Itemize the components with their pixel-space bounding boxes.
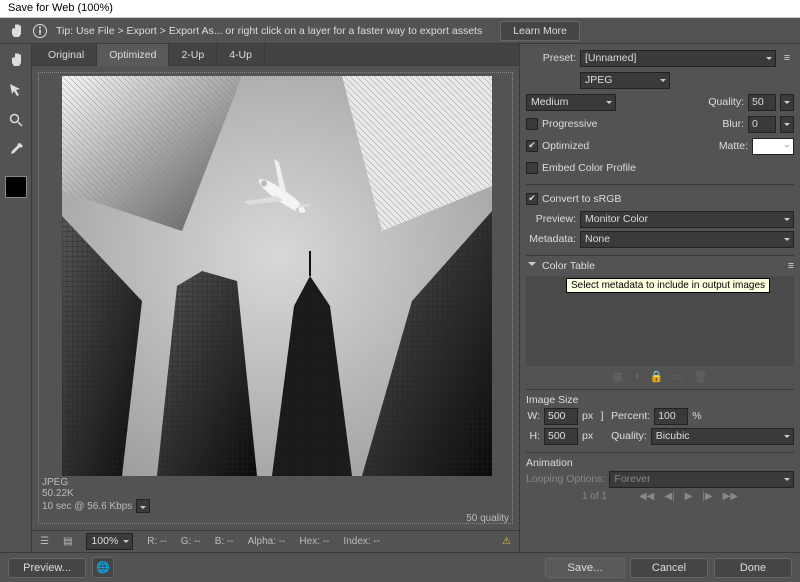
width-unit: px <box>582 410 593 422</box>
anim-last-button: ▶▶ <box>719 491 742 502</box>
color-table-area: Select metadata to include in output ima… <box>526 276 794 366</box>
info-alpha: Alpha: -- <box>248 536 286 547</box>
tab-2up[interactable]: 2-Up <box>169 44 217 65</box>
color-table-menu-icon[interactable]: ≡ <box>788 260 794 272</box>
resample-quality-select[interactable]: Bicubic <box>651 428 794 445</box>
anim-next-button: |▶ <box>698 491 716 502</box>
eyedropper-tool[interactable] <box>4 138 28 162</box>
hand-icon <box>8 23 24 39</box>
looping-select: Forever <box>609 471 794 488</box>
anim-frame-readout: 1 of 1 <box>578 491 611 502</box>
metadata-label: Metadata: <box>526 233 576 245</box>
page-icon[interactable]: ▤ <box>63 536 72 547</box>
preset-select[interactable]: [Unnamed] <box>580 50 776 67</box>
metadata-tooltip: Select metadata to include in output ima… <box>566 278 770 293</box>
preset-label: Preset: <box>526 52 576 64</box>
blur-label: Blur: <box>722 118 744 130</box>
embed-icc-label: Embed Color Profile <box>542 162 636 174</box>
link-icon[interactable]: ] <box>597 410 607 422</box>
image-preview[interactable] <box>62 76 492 476</box>
zoom-select[interactable]: 100% <box>86 533 133 550</box>
width-input[interactable]: 500 <box>544 408 578 425</box>
browser-preview-button[interactable]: 🌐 <box>92 557 114 578</box>
blur-input[interactable]: 0 <box>748 116 776 133</box>
learn-more-button[interactable]: Learn More <box>500 21 580 41</box>
optimized-label: Optimized <box>542 140 589 152</box>
optimized-checkbox[interactable] <box>526 140 538 152</box>
info-hex: Hex: -- <box>299 536 329 547</box>
color-table-label: Color Table <box>542 260 595 272</box>
preview-label: Preview: <box>526 213 576 225</box>
ct-lock-icon[interactable]: 🔒 <box>649 370 663 383</box>
warning-icon[interactable]: ⚠ <box>502 536 511 547</box>
tab-optimized[interactable]: Optimized <box>97 44 169 66</box>
save-button[interactable]: Save... <box>545 557 625 578</box>
percent-label: Percent: <box>611 410 650 422</box>
hamburger-icon[interactable]: ☰ <box>40 536 49 547</box>
hand-tool[interactable] <box>4 48 28 72</box>
window-title: Save for Web (100%) <box>0 0 800 18</box>
readout-quality: 50 quality <box>466 513 509 524</box>
info-g: G: -- <box>181 536 201 547</box>
done-button[interactable]: Done <box>714 558 792 578</box>
convert-srgb-label: Convert to sRGB <box>542 193 621 205</box>
quality-input[interactable]: 50 <box>748 94 776 111</box>
preview-button[interactable]: Preview... <box>8 558 86 578</box>
quality-slider-toggle[interactable] <box>780 94 794 111</box>
compression-select[interactable]: Medium <box>526 94 616 111</box>
readout-time-menu[interactable] <box>136 499 150 513</box>
info-b: B: -- <box>215 536 234 547</box>
anim-first-button: ◀◀ <box>635 491 658 502</box>
height-label: H: <box>526 430 540 442</box>
format-select[interactable]: JPEG <box>580 72 670 89</box>
cancel-button[interactable]: Cancel <box>630 558 708 578</box>
info-index: Index: -- <box>343 536 380 547</box>
percent-input[interactable]: 100 <box>654 408 688 425</box>
readout-format: JPEG <box>42 477 509 488</box>
convert-srgb-checkbox[interactable] <box>526 193 538 205</box>
height-unit: px <box>582 430 593 442</box>
info-icon <box>32 23 48 39</box>
ct-icon-2[interactable]: ◑ <box>633 370 640 383</box>
tab-original[interactable]: Original <box>36 44 97 65</box>
info-r: R: -- <box>147 536 166 547</box>
image-size-label: Image Size <box>526 394 579 406</box>
metadata-select[interactable]: None <box>580 231 794 248</box>
ct-trash-icon[interactable]: 🗑 <box>694 370 708 383</box>
eyedropper-color-swatch[interactable] <box>5 176 27 198</box>
looping-label: Looping Options: <box>526 473 605 485</box>
ct-icon-1[interactable]: ▦ <box>612 370 622 383</box>
ct-new-icon[interactable]: ▭ <box>673 370 683 383</box>
anim-play-button: ▶ <box>681 491 697 502</box>
progressive-label: Progressive <box>542 118 597 130</box>
animation-label: Animation <box>526 457 573 469</box>
embed-icc-checkbox[interactable] <box>526 162 538 174</box>
resample-quality-label: Quality: <box>611 430 647 442</box>
readout-size: 50.22K <box>42 488 509 499</box>
readout-time: 10 sec @ 56.6 Kbps <box>42 501 132 512</box>
matte-select[interactable] <box>752 138 794 155</box>
slice-select-tool[interactable] <box>4 78 28 102</box>
matte-label: Matte: <box>719 140 748 152</box>
width-label: W: <box>526 410 540 422</box>
tip-text: Tip: Use File > Export > Export As... or… <box>56 25 482 37</box>
progressive-checkbox[interactable] <box>526 118 538 130</box>
quality-label: Quality: <box>708 96 744 108</box>
blur-slider-toggle[interactable] <box>780 116 794 133</box>
height-input[interactable]: 500 <box>544 428 578 445</box>
tab-4up[interactable]: 4-Up <box>217 44 265 65</box>
preset-menu-icon[interactable]: ≡ <box>780 52 794 64</box>
preview-select[interactable]: Monitor Color <box>580 211 794 228</box>
zoom-tool[interactable] <box>4 108 28 132</box>
anim-prev-button: ◀| <box>660 491 678 502</box>
percent-unit: % <box>692 410 701 422</box>
